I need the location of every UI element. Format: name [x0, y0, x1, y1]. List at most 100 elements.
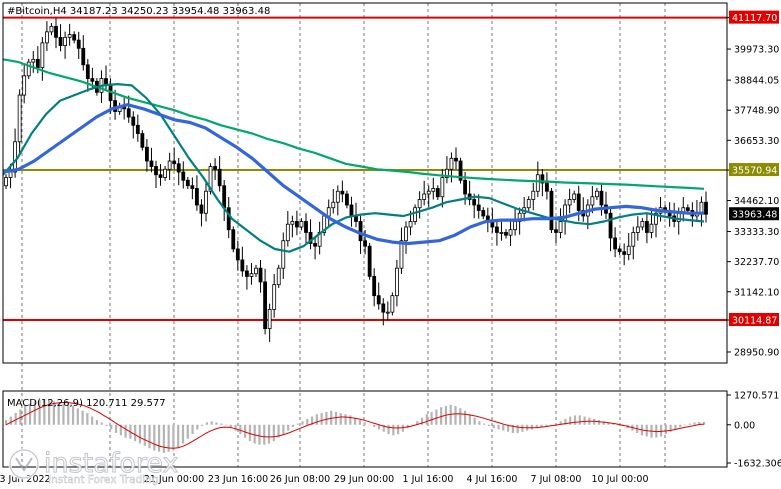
candle-body — [631, 232, 636, 247]
candle-body — [245, 270, 249, 277]
candle-body — [290, 221, 295, 225]
macd-bar — [220, 423, 223, 425]
candle-body — [326, 207, 331, 217]
macd-bar — [196, 424, 199, 430]
candle-body — [154, 166, 158, 176]
macd-bar — [81, 410, 84, 425]
x-tick-label: 23 Jun 16:00 — [208, 474, 268, 485]
candle-body — [431, 188, 436, 192]
candle-body — [4, 177, 8, 187]
y-tick-label: 32237.70 — [734, 257, 779, 268]
macd-bar — [239, 424, 242, 435]
macd-bar — [138, 424, 142, 444]
candle-body — [299, 221, 304, 228]
macd-y-tick-label: 1270.571 — [734, 391, 779, 402]
macd-bar — [224, 424, 228, 426]
macd-bar — [679, 424, 682, 428]
y-tick-label: 37748.90 — [734, 106, 779, 117]
y-tick-label: 31142.10 — [734, 287, 779, 298]
macd-bar — [693, 422, 696, 425]
macd-bar — [401, 424, 405, 432]
candle-body — [685, 207, 690, 211]
candle-body — [635, 226, 640, 233]
macd-bar — [583, 416, 586, 425]
candle-body — [213, 166, 217, 170]
y-tick-label: 39973.30 — [734, 45, 779, 56]
macd-bar — [487, 424, 491, 426]
macd-bar — [478, 421, 481, 425]
current-price-tag: 33963.48 — [732, 210, 777, 221]
candle-body — [440, 177, 445, 198]
macd-bar — [172, 424, 175, 451]
candle-body — [626, 245, 631, 255]
candle-body — [249, 273, 254, 277]
candle-body — [276, 267, 281, 286]
candle-body — [149, 160, 154, 167]
macd-bar — [124, 424, 127, 438]
candle-body — [40, 42, 45, 68]
candle-body — [295, 221, 299, 228]
macd-bar — [459, 408, 462, 425]
candle-body — [72, 34, 77, 41]
candle-body — [499, 232, 504, 234]
candle-body — [158, 174, 163, 178]
candle-body — [676, 212, 681, 222]
candle-body — [185, 179, 190, 187]
candle-body — [399, 240, 404, 269]
candle-body — [476, 204, 481, 211]
candle-body — [454, 157, 458, 162]
candle-body — [267, 309, 272, 330]
macd-bar — [363, 422, 366, 425]
candle-body — [76, 39, 81, 49]
macd-bar — [201, 424, 204, 426]
candle-body — [622, 251, 627, 255]
candle-body — [390, 295, 395, 313]
candle-body — [90, 78, 95, 82]
level-tag: 41117.70 — [732, 13, 777, 24]
candle-body — [608, 212, 613, 239]
macd-bar — [177, 424, 180, 449]
macd-bar — [521, 424, 524, 432]
macd-bar — [186, 424, 189, 439]
candle-body — [131, 116, 136, 126]
candle-body — [504, 232, 508, 236]
candle-body — [67, 34, 72, 38]
candle-body — [435, 188, 440, 198]
macd-bar — [516, 424, 519, 433]
macd-bar — [267, 424, 271, 444]
candle-body — [463, 179, 467, 195]
macd-bar — [210, 421, 213, 425]
macd-bar — [683, 424, 687, 426]
macd-bar — [301, 421, 304, 425]
candle-body — [495, 226, 499, 233]
candle-body — [258, 267, 263, 283]
level-tag: 35570.94 — [732, 166, 777, 177]
macd-bar — [114, 424, 118, 433]
candle-body — [408, 221, 413, 228]
candle-body — [126, 108, 131, 118]
x-tick-label: 29 Jun 00:00 — [334, 474, 394, 485]
candle-body — [49, 25, 54, 33]
macd-bar — [95, 420, 99, 425]
macd-bar — [315, 414, 318, 425]
candle-body — [235, 248, 240, 261]
candle-body — [640, 221, 645, 228]
macd-bar — [659, 424, 663, 437]
macd-bar — [344, 414, 347, 425]
macd-bar — [425, 414, 428, 425]
macd-bar — [368, 424, 371, 426]
macd-bar — [454, 406, 457, 425]
candle-body — [649, 223, 654, 233]
candle-body — [526, 199, 531, 209]
candle-body — [285, 223, 290, 242]
candle-body — [226, 207, 231, 231]
macd-bar — [148, 424, 151, 449]
macd-bar — [349, 415, 352, 425]
candle-body — [81, 47, 86, 66]
macd-bar — [473, 417, 476, 425]
macd-bar — [105, 424, 108, 426]
candle-body — [22, 75, 27, 96]
candle-body — [704, 201, 708, 215]
macd-bar — [497, 424, 500, 430]
candle-body — [535, 174, 540, 192]
